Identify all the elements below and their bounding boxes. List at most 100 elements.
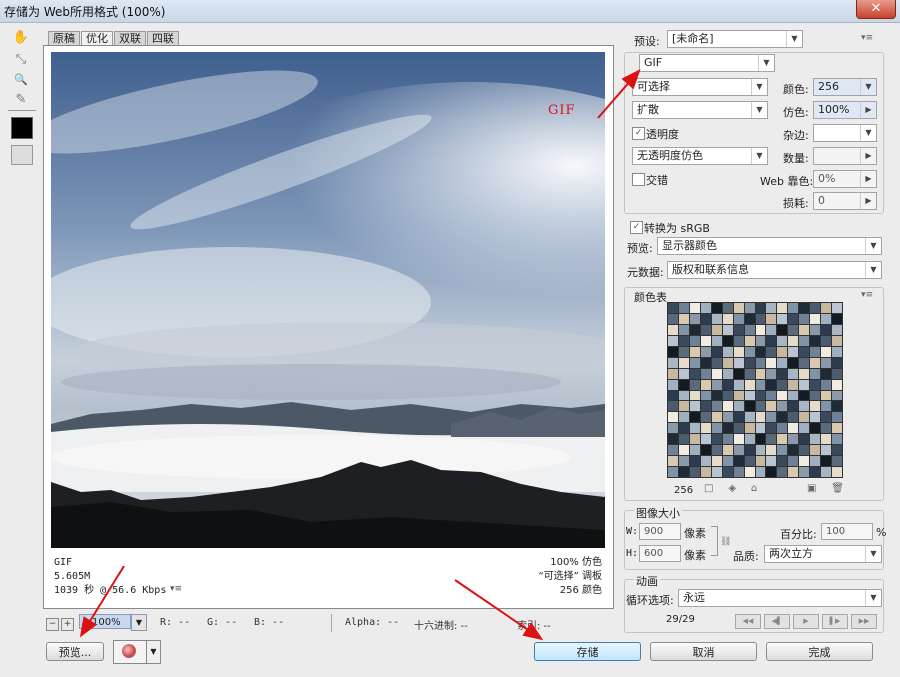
color-swatch[interactable] [755,401,766,412]
color-swatch[interactable] [832,357,842,368]
color-swatch[interactable] [668,379,678,390]
color-swatch[interactable] [722,335,733,346]
color-swatch[interactable] [799,467,810,477]
color-swatch[interactable] [788,313,799,324]
color-swatch[interactable] [668,434,678,445]
color-swatch[interactable] [689,324,700,335]
color-swatch[interactable] [810,456,821,467]
done-button[interactable]: 完成 [766,642,873,661]
color-swatch[interactable] [821,368,832,379]
color-swatch[interactable] [689,434,700,445]
color-swatch[interactable] [722,368,733,379]
color-swatch[interactable] [744,412,755,423]
color-swatch[interactable] [678,379,689,390]
color-swatch[interactable] [722,324,733,335]
color-swatch[interactable] [766,423,777,434]
color-swatch[interactable] [788,467,799,477]
color-swatch[interactable] [821,357,832,368]
color-swatch[interactable] [744,313,755,324]
color-swatch[interactable] [788,346,799,357]
color-swatch[interactable] [821,324,832,335]
color-swatch[interactable] [810,335,821,346]
color-swatch[interactable] [722,313,733,324]
color-swatch[interactable] [689,467,700,477]
color-swatch[interactable] [700,445,711,456]
eyedropper-tool-icon[interactable]: ✎ [10,90,32,110]
color-swatch[interactable] [755,313,766,324]
color-swatch[interactable] [766,412,777,423]
color-swatch[interactable] [700,346,711,357]
color-swatch[interactable] [821,445,832,456]
color-swatch[interactable] [821,467,832,477]
color-swatch[interactable] [722,423,733,434]
color-swatch[interactable] [799,423,810,434]
color-swatch[interactable] [700,335,711,346]
color-swatch[interactable] [678,357,689,368]
color-swatch[interactable] [689,303,700,313]
save-button[interactable]: 存储 [534,642,641,661]
color-swatch[interactable] [788,357,799,368]
color-swatch[interactable] [777,467,788,477]
color-swatch[interactable] [755,335,766,346]
color-swatch[interactable] [755,368,766,379]
color-swatch[interactable] [810,303,821,313]
color-table-menu-icon[interactable]: ▾≡ [861,290,873,300]
color-swatch[interactable] [689,313,700,324]
color-swatch[interactable] [722,357,733,368]
color-swatch[interactable] [799,401,810,412]
color-swatch[interactable] [788,335,799,346]
color-swatch[interactable] [832,467,842,477]
eyedropper-color-swatch[interactable] [11,117,33,139]
color-swatch[interactable] [689,346,700,357]
color-swatch[interactable] [788,390,799,401]
color-swatch[interactable] [821,423,832,434]
color-swatch[interactable] [711,445,722,456]
close-button[interactable]: ✕ [856,0,896,19]
color-swatch[interactable] [689,401,700,412]
color-swatch[interactable] [832,445,842,456]
color-swatch[interactable] [722,390,733,401]
transparency-checkbox[interactable]: ✓ [632,127,645,140]
color-swatch[interactable] [821,335,832,346]
color-swatch[interactable] [810,401,821,412]
color-swatch[interactable] [810,434,821,445]
color-swatch[interactable] [799,303,810,313]
color-swatch[interactable] [678,423,689,434]
color-swatch[interactable] [744,379,755,390]
color-swatch[interactable] [700,368,711,379]
zoom-out-button[interactable]: − [46,618,59,631]
color-swatch[interactable] [722,434,733,445]
color-swatch[interactable] [668,346,678,357]
color-swatch[interactable] [755,324,766,335]
color-swatch[interactable] [777,423,788,434]
color-swatch[interactable] [668,456,678,467]
color-swatch[interactable] [733,390,744,401]
tab-original[interactable]: 原稿 [48,31,80,46]
color-swatch[interactable] [700,313,711,324]
color-swatch[interactable] [689,335,700,346]
color-table-grid[interactable] [667,302,843,478]
preview-in-browser-button[interactable] [113,640,149,664]
color-swatch[interactable] [744,368,755,379]
color-swatch[interactable] [678,324,689,335]
color-swatch[interactable] [711,335,722,346]
color-swatch[interactable] [777,401,788,412]
color-swatch[interactable] [733,357,744,368]
interlaced-checkbox[interactable] [632,173,645,186]
color-swatch[interactable] [678,313,689,324]
color-swatch[interactable] [733,445,744,456]
color-swatch[interactable] [832,412,842,423]
browser-dropdown-icon[interactable]: ▼ [146,640,161,664]
color-swatch[interactable] [777,346,788,357]
color-swatch[interactable] [700,401,711,412]
color-swatch[interactable] [722,346,733,357]
color-swatch[interactable] [722,412,733,423]
color-swatch[interactable] [733,324,744,335]
color-swatch[interactable] [678,456,689,467]
color-swatch[interactable] [744,445,755,456]
color-swatch[interactable] [799,445,810,456]
color-swatch[interactable] [668,313,678,324]
loop-options-dropdown[interactable]: 永远 ▼ [678,589,882,607]
color-swatch[interactable] [799,335,810,346]
color-swatch[interactable] [678,390,689,401]
